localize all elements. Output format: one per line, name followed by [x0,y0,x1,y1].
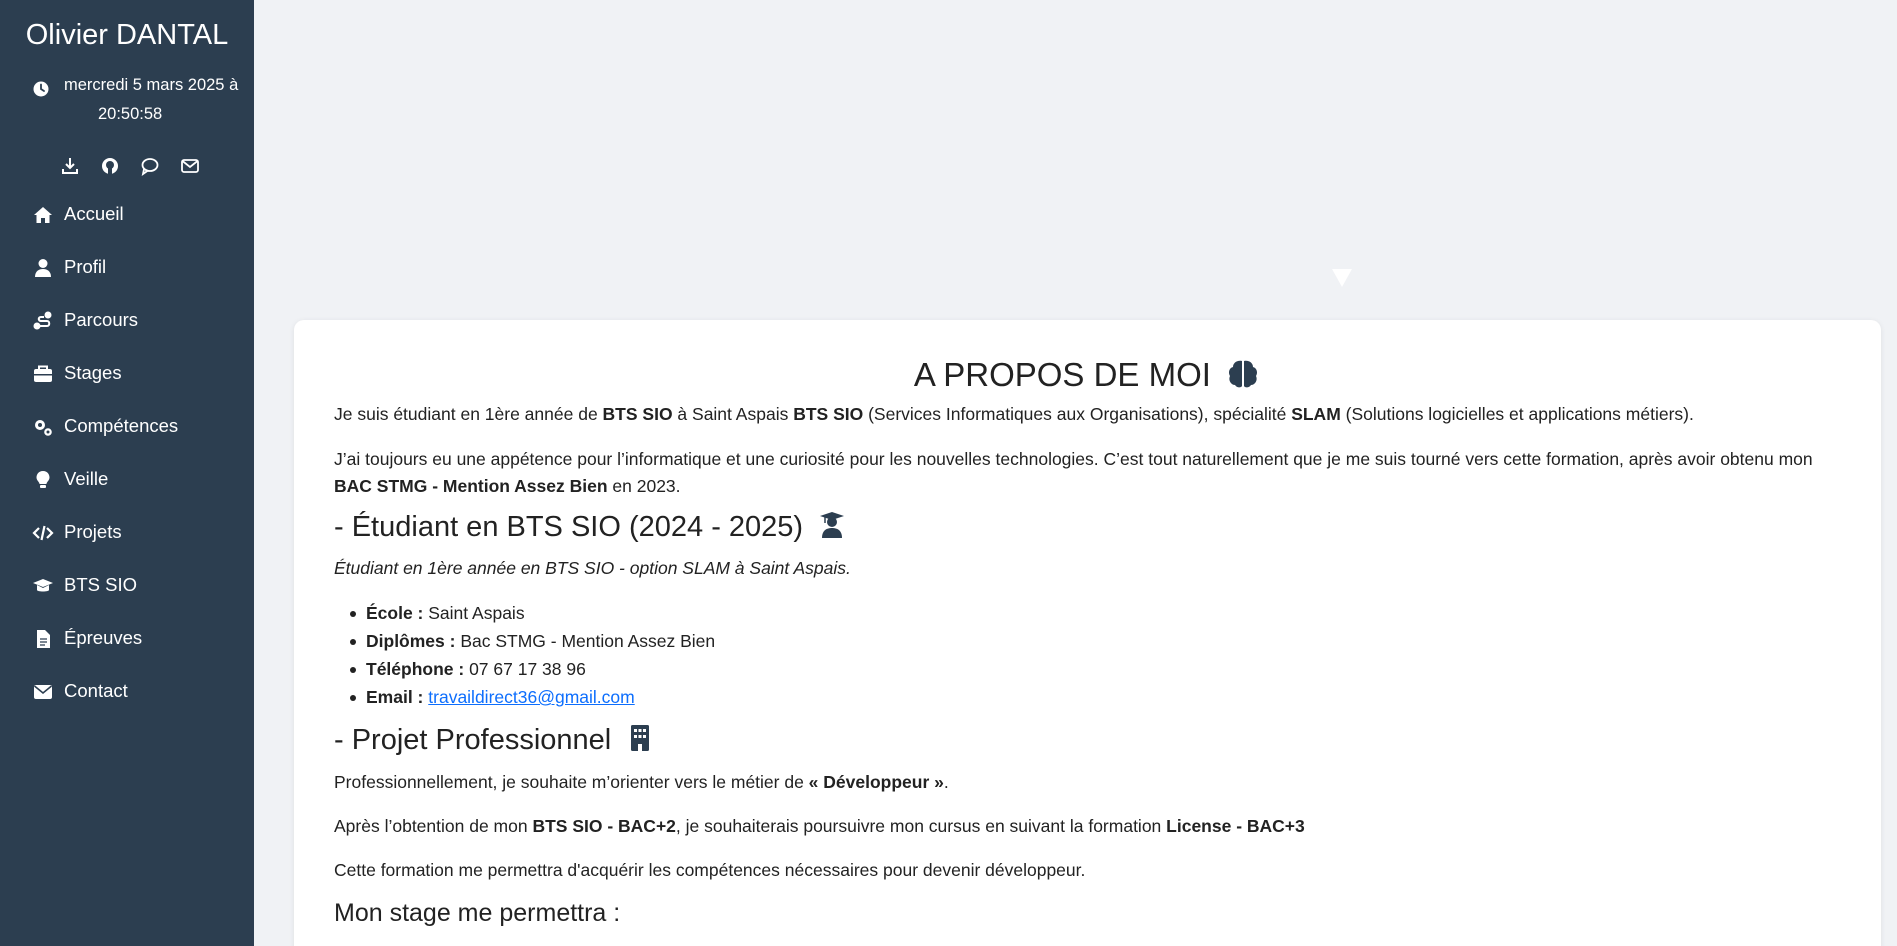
nav-item-parcours[interactable]: Parcours [0,301,254,339]
sidebar: Olivier DANTAL mercredi 5 mars 2025 à 20… [0,0,254,946]
project-paragraph-1: Professionnellement, je souhaite m’orien… [334,772,949,792]
nav-label: BTS SIO [64,574,137,595]
nav-label: Compétences [64,415,179,436]
email-link[interactable]: travaildirect36@gmail.com [428,687,634,707]
nav-label: Parcours [64,309,139,330]
stage-heading: Mon stage me permettra : [334,899,621,927]
route-icon [33,311,52,330]
nav-label: Épreuves [64,627,143,648]
download-icon[interactable] [60,156,80,176]
about-card: A PROPOS DE MOI Je suis étudiant en 1ère… [294,320,1881,946]
gears-icon [35,420,52,436]
nav-label: Contact [64,680,128,701]
nav-item-stages[interactable]: Stages [0,354,254,392]
intro-paragraph: Je suis étudiant en 1ère année de BTS SI… [334,404,1694,424]
nav-item-bts-sio[interactable]: BTS SIO [0,566,254,604]
project-heading: - Projet Professionnel [334,723,655,757]
list-item-phone: Téléphone : 07 67 17 38 96 [349,655,715,683]
project-paragraph-3: Cette formation me permettra d'acquérir … [334,860,1086,880]
motivation-paragraph-line2: BAC STMG - Mention Assez Bien en 2023. [334,476,681,496]
nav-label: Veille [64,468,109,489]
nav-label: Stages [64,362,122,383]
project-paragraph-2: Après l’obtention de mon BTS SIO - BAC+2… [334,816,1305,836]
nav-label: Accueil [64,203,124,224]
user-icon [35,259,51,277]
list-item-diplomas: Diplômes : Bac STMG - Mention Assez Bien [349,627,715,655]
time-text: 20:50:58 [98,105,163,123]
file-icon [37,630,50,648]
scroll-down-arrow-icon[interactable] [1330,267,1354,289]
mail-icon[interactable] [180,156,200,176]
home-icon [34,207,52,223]
code-icon [32,525,54,541]
info-list: École : Saint Aspais Diplômes : Bac STMG… [349,599,715,711]
nav-item-veille[interactable]: Veille [0,460,254,498]
clock-icon [33,81,49,97]
site-brand[interactable]: Olivier DANTAL [0,19,254,52]
date-text: mercredi 5 mars 2025 à [64,76,239,94]
student-subtitle: Étudiant en 1ère année en BTS SIO - opti… [334,558,851,578]
nav-item-profil[interactable]: Profil [0,248,254,286]
nav-item-competences[interactable]: Compétences [0,407,254,445]
nav-item-accueil[interactable]: Accueil [0,195,254,233]
motivation-paragraph-line1: J’ai toujours eu une appétence pour l’in… [334,449,1813,469]
chat-icon[interactable] [140,156,160,176]
hero-banner [254,0,1897,320]
user-graduate-icon [820,512,845,538]
nav-item-projets[interactable]: Projets [0,513,254,551]
student-heading: - Étudiant en BTS SIO (2024 - 2025) [334,510,847,544]
list-item-email: Email : travaildirect36@gmail.com [349,683,715,711]
page-title: A PROPOS DE MOI [334,356,1840,394]
github-icon[interactable] [100,156,120,176]
building-icon [631,725,650,751]
list-item-school: École : Saint Aspais [349,599,715,627]
nav-label: Profil [64,256,107,277]
nav-item-contact[interactable]: Contact [0,672,254,710]
lightbulb-icon [36,471,50,488]
nav-item-epreuves[interactable]: Épreuves [0,619,254,657]
envelope-icon [33,685,53,699]
briefcase-icon [34,365,52,382]
nav-label: Projets [64,521,122,542]
brain-icon [1229,360,1258,388]
graduation-cap-icon [33,579,53,592]
